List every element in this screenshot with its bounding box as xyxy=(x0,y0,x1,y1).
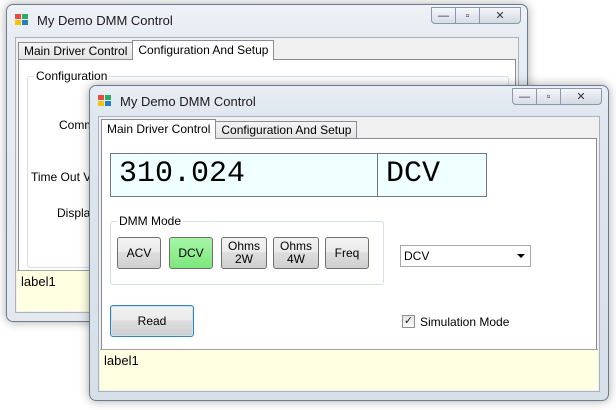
timeout-label: Time Out V xyxy=(31,170,92,184)
maximize-icon: ▫ xyxy=(465,9,470,22)
acv-label: ACV xyxy=(126,245,152,260)
close-button[interactable]: ✕ xyxy=(560,88,602,105)
checkmark-icon: ✓ xyxy=(403,315,414,327)
configuration-group-title: Configuration xyxy=(34,69,110,83)
reading-display: 310.024 xyxy=(110,153,378,197)
minimize-button[interactable]: — xyxy=(512,88,537,105)
back-window-title: My Demo DMM Control xyxy=(37,13,173,28)
display-label: Displa xyxy=(57,206,91,220)
freq-label: Freq xyxy=(334,245,360,260)
front-window-title: My Demo DMM Control xyxy=(120,94,256,109)
tab-configuration[interactable]: Configuration And Setup xyxy=(215,121,358,139)
app-icon xyxy=(15,14,29,26)
dmm-mode-title: DMM Mode xyxy=(117,214,184,228)
ohms-2w-line2: 2W xyxy=(235,252,253,266)
tab-main-driver[interactable]: Main Driver Control xyxy=(101,119,217,139)
maximize-button[interactable]: ▫ xyxy=(455,7,480,24)
minimize-button[interactable]: — xyxy=(431,7,456,24)
minimize-icon: — xyxy=(519,90,530,103)
ohms-4w-button[interactable]: Ohms 4W xyxy=(273,237,319,269)
dcv-label: DCV xyxy=(178,245,204,260)
ohms-4w-line2: 4W xyxy=(287,252,305,266)
front-window: My Demo DMM Control — ▫ ✕ Main Driver Co… xyxy=(89,85,609,401)
main-tab-page: 310.024 DCV DMM Mode ACV DCV Ohms 2W Ohm… xyxy=(101,138,597,356)
acv-button[interactable]: ACV xyxy=(117,237,161,269)
back-tab-configuration[interactable]: Configuration And Setup xyxy=(132,40,275,60)
freq-button[interactable]: Freq xyxy=(325,237,369,269)
read-button[interactable]: Read xyxy=(110,305,194,337)
app-icon xyxy=(98,95,112,107)
ohms-2w-button[interactable]: Ohms 2W xyxy=(221,237,267,269)
close-icon: ✕ xyxy=(576,91,586,103)
read-label: Read xyxy=(137,313,167,328)
close-button[interactable]: ✕ xyxy=(479,7,521,24)
simulation-mode-label[interactable]: Simulation Mode xyxy=(420,315,509,329)
back-title-bar[interactable]: My Demo DMM Control — ▫ ✕ xyxy=(7,5,527,33)
maximize-icon: ▫ xyxy=(546,90,551,103)
simulation-mode-checkbox[interactable]: ✓ xyxy=(402,315,415,328)
minimize-icon: — xyxy=(438,9,449,22)
maximize-button[interactable]: ▫ xyxy=(536,88,561,105)
close-icon: ✕ xyxy=(495,10,505,22)
unit-display: DCV xyxy=(377,153,487,197)
mode-dropdown-value: DCV xyxy=(404,249,430,263)
back-tab-main-driver[interactable]: Main Driver Control xyxy=(18,42,134,60)
chevron-down-icon xyxy=(517,254,525,258)
front-title-bar[interactable]: My Demo DMM Control — ▫ ✕ xyxy=(90,86,608,114)
mode-dropdown[interactable]: DCV xyxy=(400,245,531,267)
dcv-button[interactable]: DCV xyxy=(169,237,213,269)
front-client-area: Main Driver Control Configuration And Se… xyxy=(98,116,600,392)
status-label: label1 xyxy=(100,349,598,390)
